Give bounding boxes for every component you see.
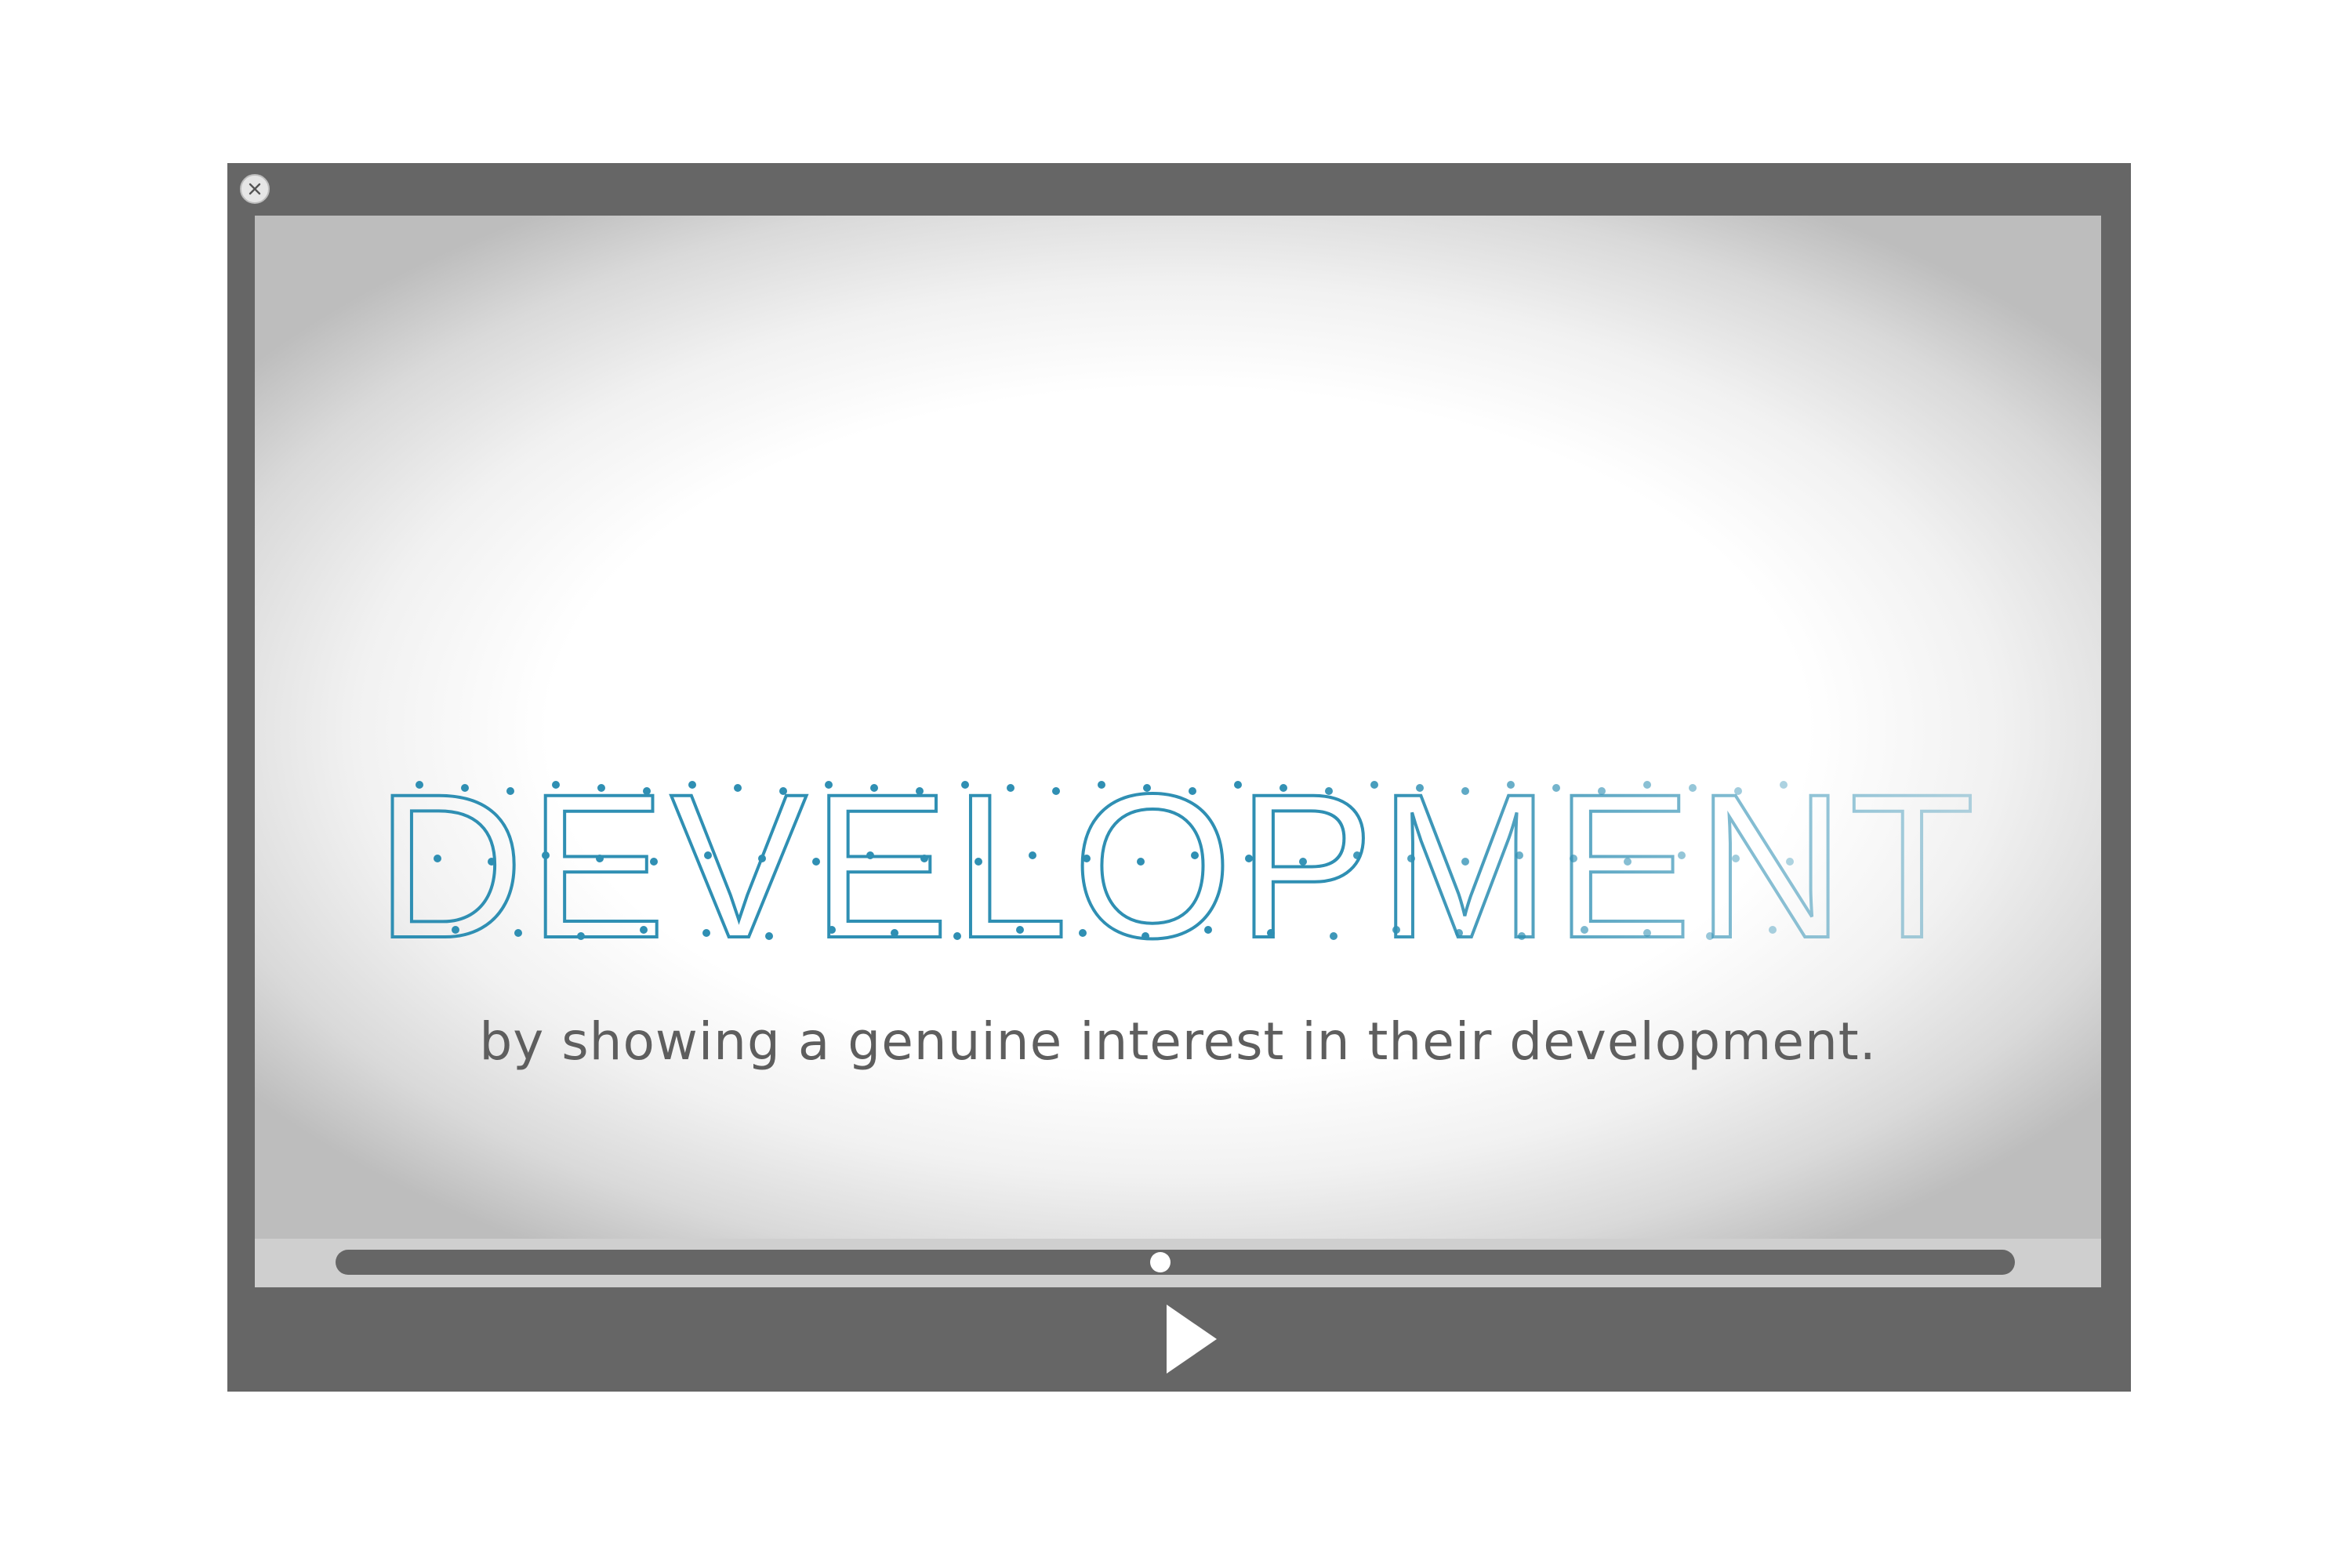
title-node-dot (1407, 855, 1415, 862)
title-node-dot (434, 855, 441, 862)
seek-bar-area (255, 1239, 2101, 1287)
title-node-dot (1267, 929, 1275, 937)
title-node-dot (870, 784, 878, 792)
title-node-dot (1143, 784, 1151, 792)
title-node-dot (1507, 781, 1515, 789)
title-node-dot (1191, 851, 1199, 859)
seek-thumb[interactable] (1149, 1252, 1171, 1272)
title-node-dot (597, 784, 605, 792)
title-node-dot (920, 855, 928, 862)
title-node-dot (1299, 858, 1307, 866)
title-node-dot (1392, 926, 1400, 934)
title-node-dot (1234, 781, 1242, 789)
title-node-dot (734, 784, 742, 792)
video-player: DEVELOPMENT by showing a genuine interes… (227, 163, 2131, 1392)
title-node-dot (1416, 784, 1424, 792)
title-node-dot (1518, 932, 1526, 940)
title-node-dot (577, 932, 585, 940)
title-node-dot (1643, 929, 1651, 937)
title-node-dot (1643, 781, 1651, 789)
title-node-dot (1052, 787, 1060, 795)
title-node-dot (416, 781, 423, 789)
title-node-dot (1786, 858, 1794, 866)
title-node-dot (975, 858, 982, 866)
title-node-dot (1079, 929, 1087, 937)
title-node-dot (1461, 787, 1469, 795)
title-node-dot (758, 855, 766, 862)
title-node-dot (1353, 851, 1361, 859)
title-node-dot (866, 851, 874, 859)
title-node-dot (461, 784, 469, 792)
title-node-dot (1007, 784, 1014, 792)
title-node-dot (916, 787, 924, 795)
title-node-dot (1245, 855, 1253, 862)
title-node-dot (1461, 858, 1469, 866)
title-node-dot (1330, 932, 1338, 940)
video-title-graphic: DEVELOPMENT (374, 750, 1980, 982)
title-node-dot (1142, 932, 1149, 940)
title-node-dot (779, 787, 787, 795)
title-node-dot (765, 932, 773, 940)
title-node-dot (643, 787, 651, 795)
close-icon (249, 183, 261, 195)
title-node-dot (1624, 858, 1632, 866)
title-node-dot (1098, 781, 1105, 789)
seek-bar[interactable] (336, 1250, 2015, 1275)
title-node-dot (506, 787, 514, 795)
title-node-dot (1689, 784, 1697, 792)
title-node-dot (1325, 787, 1333, 795)
video-frame[interactable]: DEVELOPMENT by showing a genuine interes… (255, 216, 2101, 1287)
close-button[interactable] (240, 174, 270, 204)
title-node-dot (1598, 787, 1606, 795)
title-node-dot (1016, 926, 1024, 934)
title-node-dot (953, 932, 961, 940)
title-node-dot (596, 855, 604, 862)
video-caption: by showing a genuine interest in their d… (479, 1011, 1877, 1072)
title-node-dot (1780, 781, 1788, 789)
title-node-dot (1083, 855, 1091, 862)
title-node-dot (1515, 851, 1523, 859)
play-icon (1167, 1305, 1217, 1374)
title-node-dot (1029, 851, 1036, 859)
play-button[interactable] (1160, 1300, 1223, 1378)
title-node-dot (1732, 855, 1740, 862)
title-node-dot (1455, 929, 1463, 937)
title-node-dot (704, 851, 712, 859)
title-node-dot (1570, 855, 1577, 862)
title-node-dot (812, 858, 820, 866)
title-node-dot (1734, 787, 1742, 795)
title-node-dot (452, 926, 459, 934)
title-node-dot (1706, 932, 1714, 940)
title-node-dot (1552, 784, 1560, 792)
title-node-dot (1678, 851, 1686, 859)
title-node-dot (1204, 926, 1212, 934)
title-node-dot (688, 781, 696, 789)
title-node-dot (552, 781, 560, 789)
title-node-dot (828, 926, 836, 934)
title-node-dot (1279, 784, 1287, 792)
title-node-dot (1581, 926, 1588, 934)
title-node-dot (891, 929, 898, 937)
title-node-dot (1769, 926, 1777, 934)
title-node-dot (1370, 781, 1378, 789)
title-node-dot (640, 926, 648, 934)
title-word: DEVELOPMENT (376, 751, 1980, 981)
title-node-dot (1137, 858, 1145, 866)
title-node-dot (542, 851, 550, 859)
title-node-dot (514, 929, 522, 937)
title-node-dot (825, 781, 833, 789)
title-node-dot (650, 858, 658, 866)
title-node-dot (702, 929, 710, 937)
title-node-dot (488, 858, 495, 866)
title-node-dot (961, 781, 969, 789)
title-node-dot (1189, 787, 1196, 795)
